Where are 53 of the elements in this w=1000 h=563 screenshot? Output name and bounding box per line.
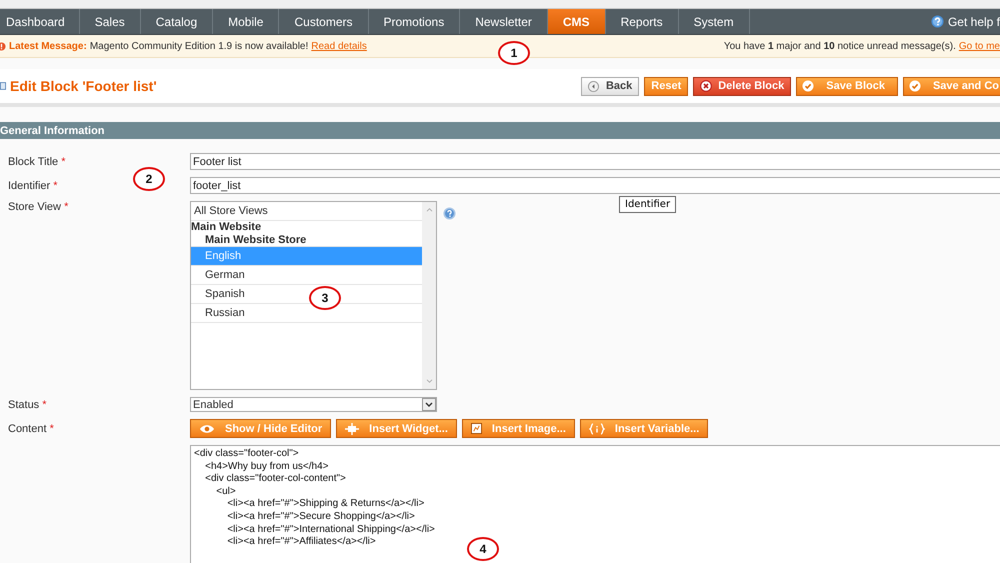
code-line: <div class="footer-col-content"> (204, 473, 346, 486)
block-title-field[interactable]: Footer list (190, 153, 1000, 170)
nav-tab[interactable]: System (678, 9, 750, 34)
message-text: Magento Community Edition 1.9 is now available! (90, 40, 308, 52)
action-button[interactable]: Delete Block (693, 76, 792, 96)
callout-marker: 1 (498, 41, 530, 65)
field-label: Status * (7, 398, 48, 410)
widget-icon (345, 422, 360, 434)
code-line: <li><a href="#">Secure Shopping</a></li> (226, 510, 415, 524)
tooltip: Identifier (619, 196, 676, 213)
page-icon (0, 81, 6, 91)
identifier-field[interactable]: footer_list (190, 177, 1000, 194)
page-title: Edit Block 'Footer list' (10, 78, 157, 94)
message-label: Latest Message: (9, 40, 87, 52)
nav-tab[interactable]: Catalog (140, 9, 214, 34)
image-icon (470, 423, 482, 434)
nav-tab[interactable]: Dashboard (0, 9, 80, 34)
code-line: <h4>Why buy from us</h4> (204, 460, 329, 474)
check-icon (908, 80, 921, 92)
help-icon[interactable] (443, 207, 456, 220)
field-label: Block Title * (7, 156, 66, 168)
scroll-up-icon[interactable] (426, 207, 432, 212)
scroll-down-icon[interactable] (426, 379, 432, 384)
nav-tab[interactable]: Sales (80, 9, 141, 34)
delete-icon (700, 80, 712, 92)
check-icon (802, 80, 814, 92)
callout-marker: 2 (133, 167, 165, 191)
code-line: <li><a href="#">Shipping & Returns</a></li> (226, 498, 424, 511)
scrollbar[interactable] (422, 202, 436, 389)
eye-icon (199, 424, 215, 434)
store-view-option[interactable]: German (191, 266, 422, 285)
action-button[interactable]: Back (580, 76, 640, 96)
help-icon (930, 15, 944, 28)
field-label: Identifier * (7, 180, 59, 192)
section-title: General Information (0, 124, 105, 136)
store-view-option[interactable]: All Store Views (191, 202, 422, 221)
nav-tab[interactable]: Customers (279, 9, 368, 34)
code-line: <ul> (215, 486, 236, 498)
notice-text: You have 1 major and 10 notice unread message(s). (724, 40, 956, 52)
code-line: <li><a href="#">Affiliates</a></li> (226, 536, 376, 549)
nav-tab[interactable]: Promotions (368, 9, 460, 34)
field-label: Store View * (7, 201, 70, 213)
back-icon (588, 80, 599, 92)
field-label: Content * (7, 422, 55, 434)
code-line: <div class="footer-col"> (194, 448, 299, 461)
store-view-option: Main Website (191, 221, 422, 233)
content-editor[interactable] (190, 445, 1000, 563)
nav-tab[interactable]: Reports (606, 9, 679, 34)
status-select[interactable]: Enabled (190, 397, 437, 412)
nav-tab[interactable]: Mobile (213, 9, 280, 34)
variable-icon (588, 422, 605, 434)
code-line: <li><a href="#">International Shipping</a></li> (226, 524, 435, 536)
help-link[interactable]: Get help f (948, 14, 1000, 28)
